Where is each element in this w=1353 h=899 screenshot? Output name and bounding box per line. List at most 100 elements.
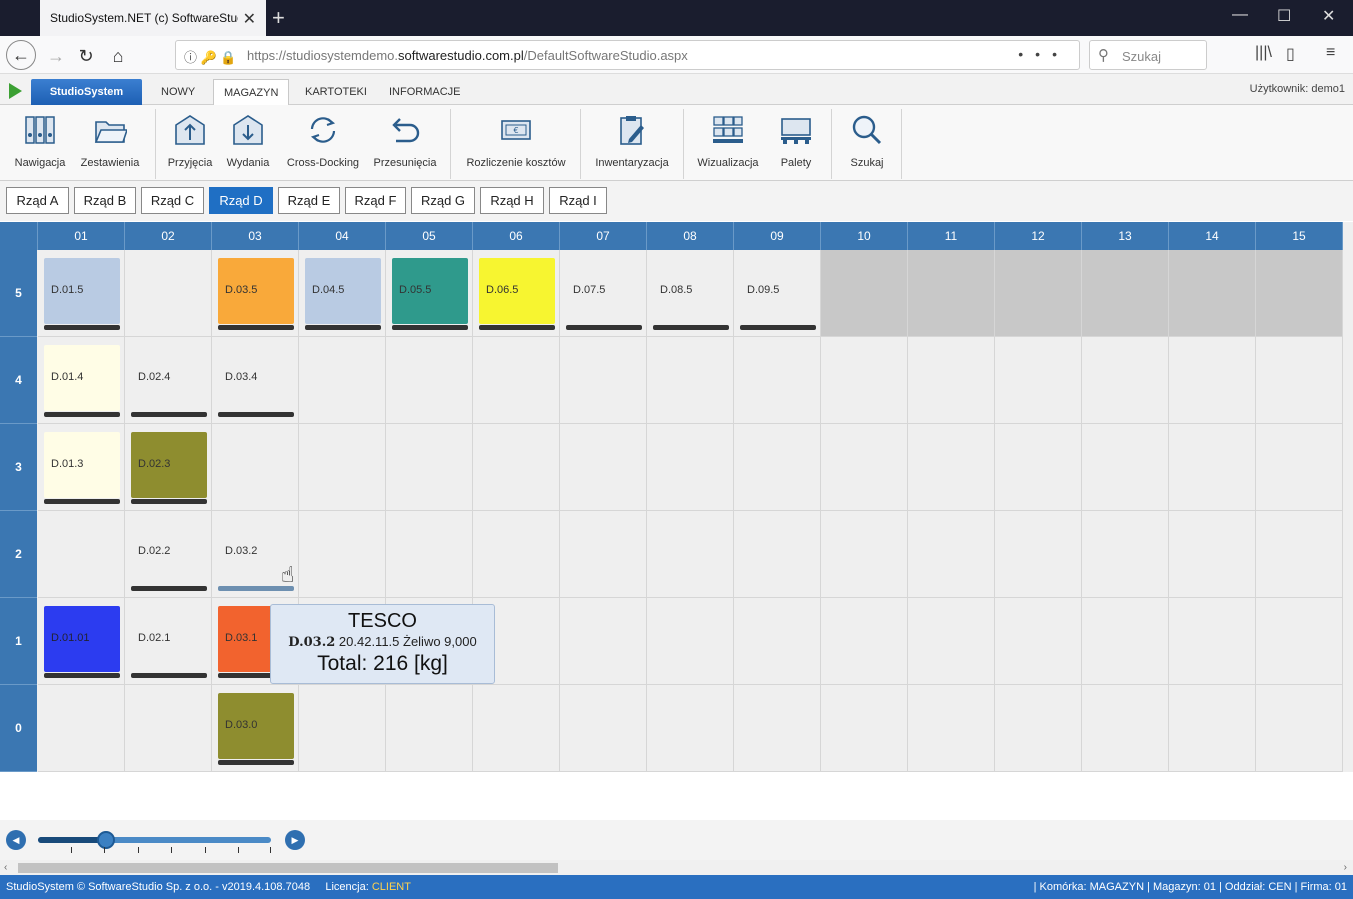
slot-location[interactable]: D.07.5 (566, 258, 642, 330)
slot-location[interactable]: D.03.0 (218, 693, 294, 765)
slot-location[interactable]: D.03.5 (218, 258, 294, 330)
rack-cell[interactable] (386, 337, 473, 424)
rack-cell[interactable] (821, 598, 908, 685)
rack-cell[interactable] (908, 337, 995, 424)
ribbon-szukaj-button[interactable]: Szukaj (844, 111, 890, 177)
rack-cell[interactable]: D.09.5 (734, 250, 821, 337)
page-actions-icon[interactable]: ••• (1018, 46, 1069, 62)
rack-cell[interactable] (560, 511, 647, 598)
rack-cell[interactable] (734, 424, 821, 511)
rack-cell[interactable] (821, 424, 908, 511)
slider-thumb[interactable] (96, 831, 115, 849)
rack-cell[interactable] (647, 424, 734, 511)
slot-location[interactable]: D.02.4 (131, 345, 207, 417)
rack-cell[interactable] (1256, 337, 1343, 424)
rack-cell[interactable] (299, 424, 386, 511)
home-icon[interactable]: ⌂ (104, 42, 132, 70)
slot-location[interactable]: D.06.5 (479, 258, 555, 330)
rack-cell[interactable] (560, 685, 647, 772)
slot-location[interactable]: D.01.01 (44, 606, 120, 678)
maximize-icon[interactable]: ☐ (1277, 6, 1291, 26)
ribbon-nawigacja-button[interactable]: Nawigacja (10, 111, 70, 177)
row-button-a[interactable]: Rząd A (6, 187, 69, 214)
rack-cell[interactable] (473, 424, 560, 511)
rack-cell[interactable]: D.03.4 (212, 337, 299, 424)
hamburger-menu-icon[interactable]: ≡ (1326, 44, 1335, 62)
rack-cell[interactable]: D.03.5 (212, 250, 299, 337)
rack-cell[interactable] (1082, 337, 1169, 424)
rack-cell[interactable] (1169, 250, 1256, 337)
scroll-left-icon[interactable]: ‹ (4, 862, 7, 873)
rack-cell[interactable] (1169, 598, 1256, 685)
site-info-icon[interactable]: ⓘ 🔑 🔒 (184, 47, 237, 66)
rack-cell[interactable] (1256, 511, 1343, 598)
rack-cell[interactable] (821, 337, 908, 424)
rack-cell[interactable]: D.07.5 (560, 250, 647, 337)
row-button-e[interactable]: Rząd E (278, 187, 340, 214)
browser-search-input[interactable]: ⚲ Szukaj (1089, 40, 1207, 70)
rack-cell[interactable] (647, 598, 734, 685)
rack-cell[interactable] (821, 250, 908, 337)
row-button-b[interactable]: Rząd B (74, 187, 136, 214)
rack-cell[interactable]: D.02.4 (125, 337, 212, 424)
rack-cell[interactable] (821, 511, 908, 598)
rack-cell[interactable] (995, 424, 1082, 511)
rack-cell[interactable] (473, 685, 560, 772)
rack-cell[interactable] (734, 511, 821, 598)
window-close-icon[interactable]: ✕ (1322, 6, 1335, 26)
rack-cell[interactable] (908, 685, 995, 772)
rack-cell[interactable] (125, 685, 212, 772)
rack-cell[interactable]: D.01.5 (38, 250, 125, 337)
slider-right-icon[interactable]: ▶ (285, 830, 305, 850)
rack-cell[interactable] (38, 685, 125, 772)
rack-cell[interactable] (1082, 424, 1169, 511)
rack-cell[interactable] (821, 685, 908, 772)
rack-cell[interactable] (386, 511, 473, 598)
rack-cell[interactable]: D.08.5 (647, 250, 734, 337)
ribbon-wydania-button[interactable]: Wydania (224, 111, 272, 177)
row-button-g[interactable]: Rząd G (411, 187, 475, 214)
rack-cell[interactable]: D.01.01 (38, 598, 125, 685)
rack-cell[interactable] (647, 685, 734, 772)
url-bar[interactable]: ⓘ 🔑 🔒 https://studiosystemdemo.softwares… (175, 40, 1080, 70)
ribbon-zestawienia-button[interactable]: Zestawienia (78, 111, 142, 177)
rack-cell[interactable] (908, 598, 995, 685)
rack-cell[interactable] (647, 511, 734, 598)
ribbon-palety-button[interactable]: Palety (772, 111, 820, 177)
slot-location[interactable]: D.02.3 (131, 432, 207, 504)
rack-cell[interactable] (1256, 685, 1343, 772)
rack-cell[interactable]: D.06.5 (473, 250, 560, 337)
close-icon[interactable]: ✕ (243, 9, 256, 29)
rack-cell[interactable] (473, 337, 560, 424)
menu-nowy[interactable]: NOWY (151, 79, 205, 105)
url-text[interactable]: https://studiosystemdemo.softwarestudio.… (247, 48, 688, 63)
rack-cell[interactable] (38, 511, 125, 598)
back-icon[interactable]: ← (6, 40, 36, 70)
rack-cell[interactable]: D.01.3 (38, 424, 125, 511)
rack-cell[interactable] (995, 250, 1082, 337)
slider-left-icon[interactable]: ◀ (6, 830, 26, 850)
slot-location[interactable]: D.05.5 (392, 258, 468, 330)
horizontal-scrollbar[interactable]: ‹ › (0, 860, 1353, 875)
rack-cell[interactable] (1169, 337, 1256, 424)
ribbon-cross-docking-button[interactable]: Cross-Docking (284, 111, 362, 177)
rack-cell[interactable] (1256, 424, 1343, 511)
rack-cell[interactable] (995, 511, 1082, 598)
ribbon-przesuniecia-button[interactable]: Przesunięcia (372, 111, 438, 177)
slot-location[interactable]: D.03.4 (218, 345, 294, 417)
rack-cell[interactable] (1256, 250, 1343, 337)
rack-cell[interactable] (1169, 424, 1256, 511)
rack-cell[interactable] (1169, 685, 1256, 772)
scrollbar-thumb[interactable] (18, 863, 558, 873)
rack-cell[interactable] (1082, 250, 1169, 337)
scroll-right-icon[interactable]: › (1344, 862, 1347, 873)
sidebar-icon[interactable]: ▯ (1286, 44, 1295, 64)
rack-cell[interactable] (560, 598, 647, 685)
browser-tab[interactable]: StudioSystem.NET (c) SoftwareStudio ✕ (40, 0, 266, 36)
slot-location[interactable]: D.01.3 (44, 432, 120, 504)
rack-cell[interactable]: D.02.2 (125, 511, 212, 598)
slot-location[interactable]: D.09.5 (740, 258, 816, 330)
rack-cell[interactable] (995, 337, 1082, 424)
rack-cell[interactable]: D.03.0 (212, 685, 299, 772)
ribbon-wizualizacja-button[interactable]: Wizualizacja (694, 111, 762, 177)
